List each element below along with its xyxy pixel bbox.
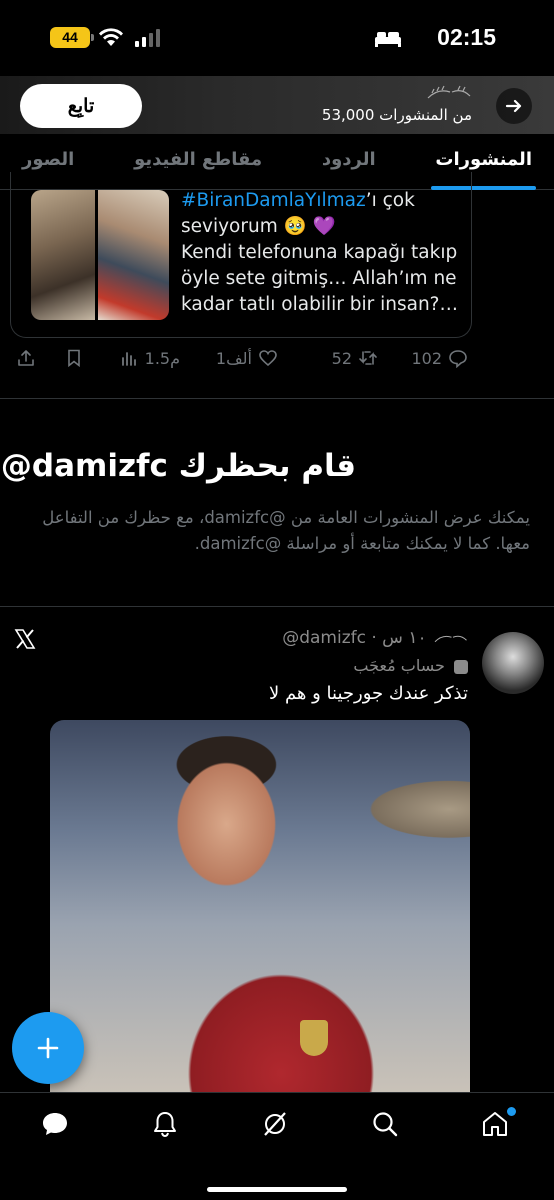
avatar[interactable]: [482, 632, 544, 694]
wifi-icon: [99, 28, 123, 46]
tweet-handle[interactable]: @damizfc · ١٠ س: [282, 628, 426, 648]
quoted-tweet-media[interactable]: [31, 190, 169, 320]
laurel-icon: [434, 635, 467, 643]
follow-button[interactable]: تابِع: [20, 84, 142, 128]
arrow-right-icon: [505, 99, 522, 113]
back-button[interactable]: [496, 88, 532, 124]
home-icon: [483, 1112, 507, 1136]
home-indicator: [207, 1187, 347, 1192]
heart-icon: [259, 350, 277, 367]
divider: [0, 398, 554, 399]
profile-header-info: 53,000 من المنشورات: [322, 84, 472, 124]
chat-bubble-icon: [43, 1113, 67, 1135]
bottom-nav: [0, 1092, 554, 1200]
quoted-photo-right: [98, 190, 169, 320]
nav-home[interactable]: [480, 1107, 516, 1143]
reply-icon: [449, 350, 467, 368]
hashtag-link[interactable]: #BiranDamlaYılmaz: [181, 190, 366, 211]
signal-icon: [135, 29, 160, 47]
bookmark-action[interactable]: [64, 348, 84, 368]
nav-notifications[interactable]: [150, 1109, 184, 1143]
repost-action[interactable]: 52: [332, 348, 378, 368]
profile-header: تابِع 53,000 من المنشورات: [0, 76, 554, 134]
blocked-title: @damizfc قام بحظرك: [0, 448, 356, 484]
plus-icon: [37, 1037, 59, 1059]
tweet-handle-line: @damizfc · ١٠ س: [282, 628, 468, 648]
bookmark-icon: [68, 349, 80, 368]
views-count: 1.5م: [144, 348, 180, 368]
grok-icon: [264, 1112, 286, 1136]
quoted-tweet[interactable]: #BiranDamlaYılmaz’ı çok seviyorum 🥹 💜 Ke…: [10, 172, 472, 338]
nav-search[interactable]: [370, 1109, 404, 1143]
compose-button[interactable]: [12, 1012, 84, 1084]
divider: [0, 606, 554, 607]
bed-icon: [375, 32, 401, 47]
repost-icon: [359, 351, 377, 365]
views-icon: [121, 352, 136, 366]
x-logo-icon: [14, 629, 36, 649]
mask-icon: [454, 659, 468, 674]
reply-count: 102: [411, 348, 442, 368]
share-icon: [18, 350, 34, 366]
clock: 02:15: [437, 24, 496, 50]
post-count: 53,000 من المنشورات: [321, 106, 472, 124]
quoted-tweet-line2: Kendi telefonuna kapağı takıp öyle sete …: [181, 242, 458, 315]
tweet-text: تذكر عندك جورجينا و هم لا: [268, 683, 468, 704]
like-count: 1ألف: [215, 348, 252, 368]
tweet-image[interactable]: [50, 720, 470, 1092]
tweet-actions: 102 52 1ألف 1.5م: [0, 344, 554, 376]
account-type: حساب مُعجَب: [353, 656, 445, 675]
account-type-label: حساب مُعجَب: [353, 656, 468, 675]
share-action[interactable]: [16, 348, 36, 368]
reply-action[interactable]: 102: [411, 348, 468, 368]
repost-count: 52: [331, 348, 352, 368]
search-icon: [373, 1112, 398, 1137]
views-action[interactable]: 1.5م: [119, 348, 180, 368]
like-action[interactable]: 1ألف: [216, 348, 278, 368]
crest-shape: [300, 1020, 328, 1056]
nav-messages[interactable]: [40, 1109, 74, 1143]
status-bar: 44 02:15: [0, 0, 554, 76]
quoted-photo-left: [31, 190, 95, 320]
blocked-description: يمكنك عرض المنشورات العامة من @damizfc، …: [42, 508, 530, 553]
notification-dot: [507, 1107, 516, 1116]
battery-icon: 44: [50, 27, 94, 48]
bell-icon: [154, 1112, 176, 1137]
nav-grok[interactable]: [260, 1109, 294, 1143]
quoted-tweet-text: #BiranDamlaYılmaz’ı çok seviyorum 🥹 💜 Ke…: [181, 188, 471, 318]
laurel-icon: [427, 85, 471, 99]
